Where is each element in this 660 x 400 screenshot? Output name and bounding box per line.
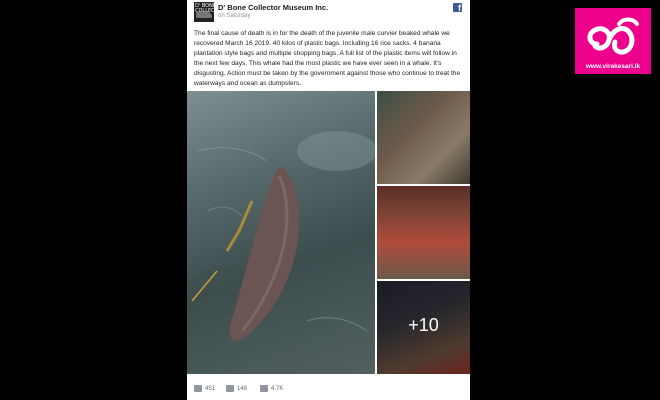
whale-water-illustration — [187, 131, 375, 342]
photo-thumbnail-2[interactable] — [377, 186, 470, 279]
share-icon — [260, 385, 268, 392]
logo-glyph-mark — [587, 17, 639, 55]
photo-thumbnail-3[interactable]: +10 — [377, 281, 470, 374]
more-photos-count: +10 — [408, 315, 439, 335]
facebook-icon[interactable]: f — [453, 3, 462, 13]
facebook-icon-letter: f — [458, 3, 461, 13]
comment-icon — [226, 385, 234, 392]
post-text: The final cause of death is in for the d… — [194, 29, 466, 88]
comments[interactable]: 148 — [226, 385, 247, 392]
main-photo-whale[interactable] — [187, 91, 375, 374]
shares-count: 4.7K — [271, 386, 284, 393]
virakesari-logo: www.virakesari.lk — [575, 8, 651, 74]
post-text-body: The final cause of death is in for the d… — [194, 30, 461, 87]
avatar-bone-shape — [196, 12, 212, 18]
comments-count: 148 — [237, 386, 248, 393]
likes[interactable]: 451 — [194, 385, 215, 392]
photo-grid: +10 — [187, 91, 470, 374]
facebook-post: D' BONE COLLECTOR D' Bone Collector Muse… — [187, 0, 470, 400]
likes-count: 451 — [205, 386, 216, 393]
shares[interactable]: 4.7K — [260, 385, 283, 392]
page-name[interactable]: D' Bone Collector Museum Inc. — [218, 3, 328, 12]
post-timestamp[interactable]: on Saturday — [218, 13, 250, 19]
watermark-url: www.virakesari.lk — [585, 63, 641, 70]
like-icon — [194, 385, 202, 392]
page-avatar[interactable]: D' BONE COLLECTOR — [194, 2, 214, 22]
post-header: D' BONE COLLECTOR D' Bone Collector Muse… — [187, 0, 470, 26]
photo-thumbnail-1[interactable] — [377, 91, 470, 184]
